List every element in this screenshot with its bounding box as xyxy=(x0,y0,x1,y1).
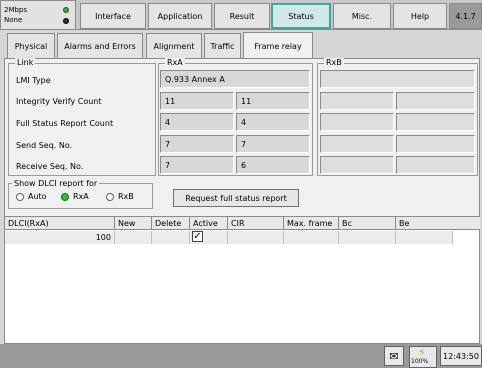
rxa-full-status-1: 4 xyxy=(160,113,234,131)
tab-help[interactable]: Help xyxy=(393,3,447,29)
battery-percent: 100% xyxy=(411,358,429,365)
table-cell-new[interactable] xyxy=(115,231,152,244)
rxa-group-label: RxA xyxy=(165,58,185,68)
rxb-group-label: RxB xyxy=(324,58,344,68)
rxa-integrity-verify-2: 11 xyxy=(236,92,310,110)
signal-rate: 2Mbps xyxy=(4,6,28,14)
col-header-be[interactable]: Be xyxy=(396,217,480,230)
tab-misc[interactable]: Misc. xyxy=(333,3,391,29)
subtab-alarms-errors[interactable]: Alarms and Errors xyxy=(57,33,143,58)
radio-rxa-label: RxA xyxy=(73,192,89,201)
tab-interface[interactable]: Interface xyxy=(80,3,146,29)
rxa-receive-seq-1: 7 xyxy=(160,156,234,174)
table-cell-max-frame[interactable] xyxy=(284,231,339,244)
rxa-integrity-verify-1: 11 xyxy=(160,92,234,110)
table-cell-dlci[interactable]: 100 xyxy=(5,231,115,244)
row-label-send-seq: Send Seq. No. xyxy=(16,141,73,150)
link-group-label: Link xyxy=(15,58,36,68)
version-label: 4.1.7 xyxy=(449,3,482,29)
radio-rxb[interactable] xyxy=(106,193,114,201)
rxa-receive-seq-2: 6 xyxy=(236,156,310,174)
rxb-full-status-2 xyxy=(396,113,475,131)
radio-rxa[interactable] xyxy=(61,193,69,201)
clock: 12:43:50 xyxy=(440,346,482,366)
col-header-max-frame[interactable]: Max. frame xyxy=(284,217,339,230)
tab-status[interactable]: Status xyxy=(271,3,331,29)
rxb-full-status-1 xyxy=(320,113,394,131)
signal-mode: None xyxy=(4,16,23,24)
row-label-lmi-type: LMI Type xyxy=(16,76,51,85)
rxb-send-seq-2 xyxy=(396,135,475,153)
rxa-send-seq-2: 7 xyxy=(236,135,310,153)
signal-status-box: 2Mbps None xyxy=(0,0,76,30)
active-checkbox[interactable]: ✓ xyxy=(192,231,203,242)
rxa-lmi-type-value: Q.933 Annex A xyxy=(160,70,310,88)
tab-application[interactable]: Application xyxy=(148,3,212,29)
signal-led-dark xyxy=(63,18,69,24)
rxb-send-seq-1 xyxy=(320,135,394,153)
table-cell-be[interactable] xyxy=(396,231,453,244)
row-label-integrity-verify: Integrity Verify Count xyxy=(16,97,102,106)
dlci-report-label: Show DLCI report for xyxy=(12,179,100,189)
request-full-status-button[interactable]: Request full status report xyxy=(173,189,299,207)
radio-auto-label: Auto xyxy=(28,192,47,201)
rxb-receive-seq-1 xyxy=(320,156,394,174)
row-label-receive-seq: Receive Seq. No. xyxy=(16,162,84,171)
subtab-frame-relay[interactable]: Frame relay xyxy=(243,32,313,59)
col-header-new[interactable]: New xyxy=(115,217,152,230)
table-cell-bc[interactable] xyxy=(339,231,396,244)
bluetooth-icon[interactable]: ✉ xyxy=(384,346,404,366)
radio-rxb-label: RxB xyxy=(118,192,134,201)
col-header-cir[interactable]: CIR xyxy=(228,217,284,230)
rxb-integrity-verify-1 xyxy=(320,92,394,110)
col-header-active[interactable]: Active xyxy=(190,217,228,230)
col-header-delete[interactable]: Delete xyxy=(152,217,190,230)
subtab-physical[interactable]: Physical xyxy=(7,33,55,58)
rxb-receive-seq-2 xyxy=(396,156,475,174)
subtab-alignment[interactable]: Alignment xyxy=(146,33,202,58)
rxb-lmi-type-value xyxy=(320,70,475,88)
table-cell-delete[interactable] xyxy=(152,231,190,244)
col-header-dlci[interactable]: DLCI(RxA) xyxy=(5,217,115,230)
signal-led-green xyxy=(63,7,69,13)
rxa-send-seq-1: 7 xyxy=(160,135,234,153)
col-header-bc[interactable]: Bc xyxy=(339,217,396,230)
rxa-full-status-2: 4 xyxy=(236,113,310,131)
tab-result[interactable]: Result xyxy=(214,3,270,29)
row-label-full-status: Full Status Report Count xyxy=(16,119,114,128)
table-cell-cir[interactable] xyxy=(228,231,284,244)
radio-auto[interactable] xyxy=(16,193,24,201)
subtab-traffic[interactable]: Traffic xyxy=(204,33,241,58)
rxb-integrity-verify-2 xyxy=(396,92,475,110)
